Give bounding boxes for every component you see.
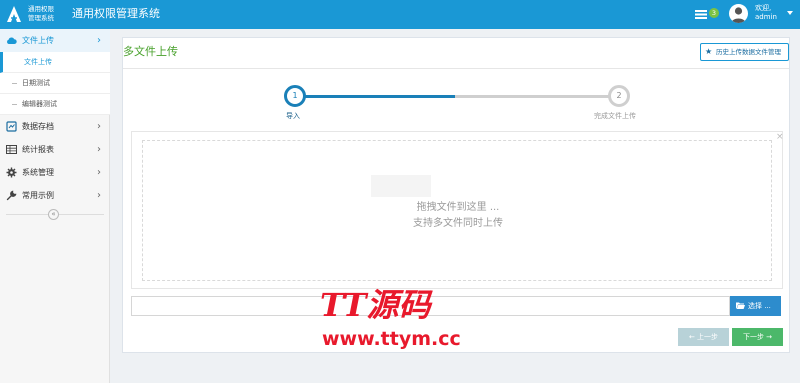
- gear-icon: [6, 167, 17, 178]
- user-avatar-icon: [731, 7, 746, 23]
- divider: [123, 68, 789, 69]
- sidebar-item-label: 系统管理: [22, 168, 54, 177]
- close-icon[interactable]: ×: [776, 132, 784, 142]
- watermark-logo: TT源码: [320, 286, 431, 324]
- sidebar-item-examples[interactable]: 常用示例 ›: [0, 184, 110, 207]
- avatar: [729, 4, 748, 23]
- dropzone-subhint: 支持多文件同时上传: [413, 218, 503, 229]
- step-2-label: 完成文件上传: [594, 112, 636, 120]
- sidebar-item-data-archive[interactable]: 数据存档 ›: [0, 115, 110, 138]
- sidebar: 文件上传 › 文件上传 日期测试 编辑器测试 数据存档 › 统计报表 › 系统管…: [0, 29, 110, 383]
- database-icon: [6, 121, 17, 132]
- sidebar-subitem-label: 文件上传: [24, 58, 52, 66]
- drag-ghost: [371, 175, 431, 197]
- sidebar-item-label: 数据存档: [22, 122, 54, 131]
- user-name: admin: [755, 13, 777, 21]
- sidebar-subitem-file-upload[interactable]: 文件上传: [0, 52, 110, 73]
- chevron-right-icon: ›: [97, 190, 101, 201]
- user-menu[interactable]: 欢迎, admin: [729, 3, 795, 25]
- app-title: 通用权限管理系统: [72, 7, 160, 20]
- sidebar-item-file-upload[interactable]: 文件上传 ›: [0, 29, 110, 52]
- table-icon: [6, 145, 17, 154]
- cloud-icon: [7, 37, 17, 44]
- logo-line-1: 通用权限: [28, 5, 54, 13]
- star-icon: ★: [705, 47, 713, 56]
- sidebar-subitem-label: 编辑器测试: [22, 100, 57, 108]
- file-dropzone[interactable]: × 拖拽文件到这里 ... 支持多文件同时上传: [131, 131, 784, 289]
- top-bar: 通用权限 管理系统 通用权限管理系统 3 欢迎, admin: [0, 0, 800, 29]
- sidebar-item-statistics[interactable]: 统计报表 ›: [0, 138, 110, 161]
- next-step-button[interactable]: 下一步 →: [732, 328, 783, 346]
- tree-dash: [12, 104, 17, 105]
- step-2-circle[interactable]: 2: [608, 85, 630, 107]
- caret-down-icon: [787, 11, 793, 15]
- step-1-label: 导入: [286, 112, 300, 120]
- dropzone-hint: 拖拽文件到这里 ...: [416, 202, 500, 213]
- message-count-badge: 3: [709, 8, 719, 18]
- choose-button-label: 选择 ...: [748, 302, 771, 310]
- chevron-right-icon: ›: [97, 35, 101, 46]
- chevron-right-icon: ›: [97, 167, 101, 178]
- step-track-progress: [303, 95, 455, 98]
- page-title: 多文件上传: [123, 45, 178, 58]
- sidebar-collapse-button[interactable]: «: [48, 209, 59, 220]
- history-button-label: 历史上传数据文件管理: [716, 48, 781, 56]
- main-panel: 多文件上传 ★ 历史上传数据文件管理 1 2 导入 完成文件上传 × 拖拽文件到…: [122, 37, 790, 353]
- messages-button[interactable]: 3: [695, 7, 725, 21]
- folder-open-icon: [736, 302, 745, 309]
- sidebar-subitem-editor-test[interactable]: 编辑器测试: [0, 94, 110, 115]
- messages-icon: [695, 10, 707, 19]
- tree-dash: [12, 83, 17, 84]
- user-greeting: 欢迎,: [755, 4, 772, 12]
- sidebar-item-label: 常用示例: [22, 191, 54, 200]
- choose-file-button[interactable]: 选择 ...: [730, 296, 781, 316]
- sidebar-subitem-label: 日期测试: [22, 79, 50, 87]
- logo-line-2: 管理系统: [28, 14, 54, 22]
- sidebar-item-label: 统计报表: [22, 145, 54, 154]
- sidebar-subitem-date-test[interactable]: 日期测试: [0, 73, 110, 94]
- history-files-button[interactable]: ★ 历史上传数据文件管理: [700, 43, 789, 61]
- prev-step-button[interactable]: ← 上一步: [678, 328, 729, 346]
- logo-text: 通用权限 管理系统: [28, 5, 54, 23]
- step-1-circle[interactable]: 1: [284, 85, 306, 107]
- sidebar-item-system[interactable]: 系统管理 ›: [0, 161, 110, 184]
- watermark-url: www.ttym.cc: [322, 328, 461, 350]
- dropzone-area[interactable]: 拖拽文件到这里 ... 支持多文件同时上传: [142, 140, 772, 281]
- chevron-right-icon: ›: [97, 121, 101, 132]
- sidebar-item-label: 文件上传: [22, 36, 54, 45]
- chevron-right-icon: ›: [97, 144, 101, 155]
- logo-icon: [7, 6, 21, 22]
- wrench-icon: [6, 190, 17, 201]
